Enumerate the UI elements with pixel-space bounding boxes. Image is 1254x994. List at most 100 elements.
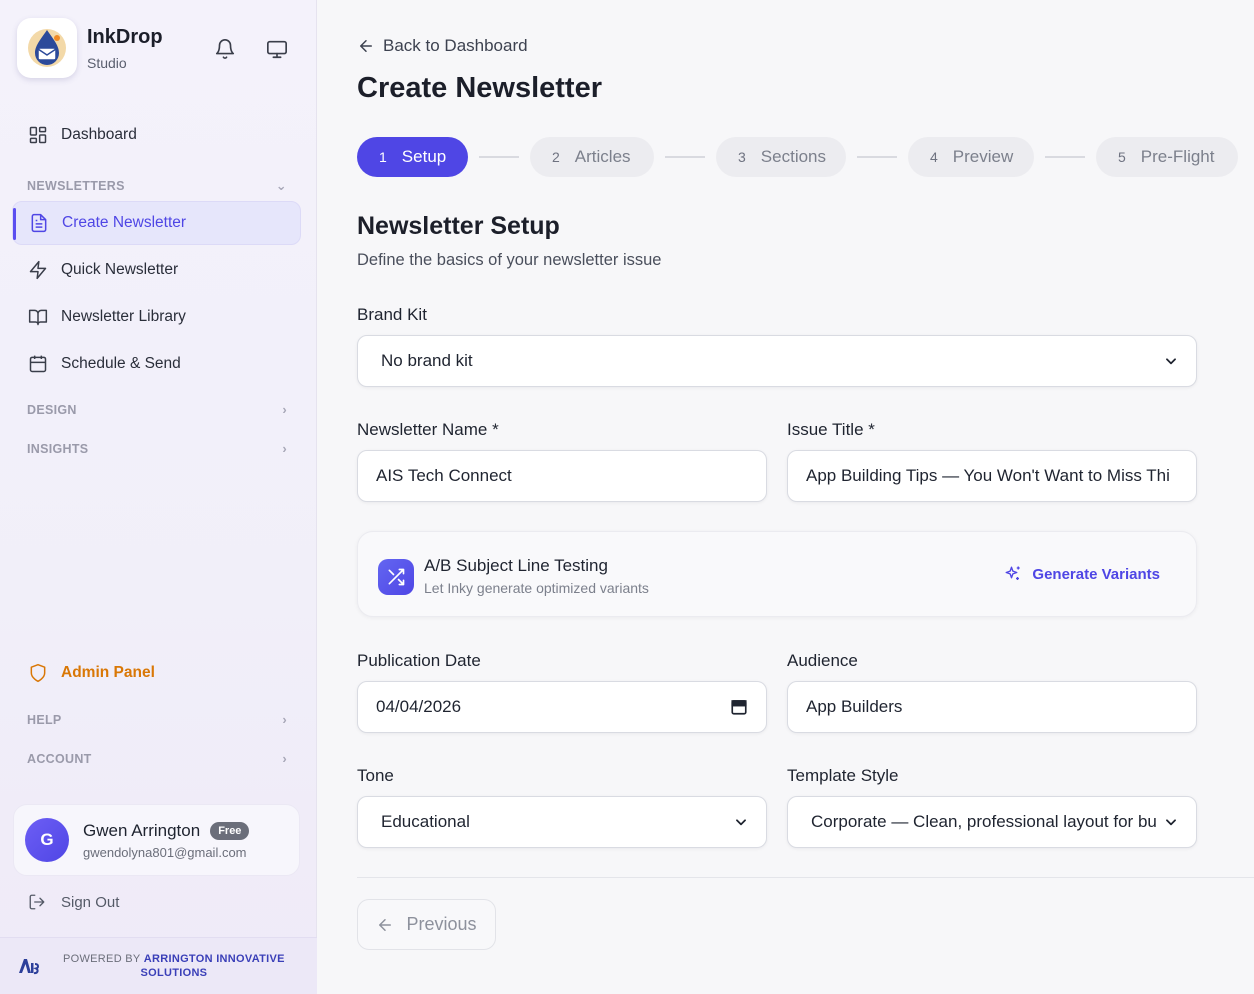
step-label: Setup (401, 147, 447, 166)
chevron-down-icon (736, 819, 746, 826)
sidebar-item-dashboard[interactable]: Dashboard (12, 113, 301, 157)
brand-kit-value: No brand kit (381, 351, 473, 370)
audience-input[interactable]: App Builders (787, 681, 1197, 733)
publication-date-label: Publication Date (357, 651, 481, 670)
ab-subtitle: Let Inky generate optimized variants (424, 580, 649, 596)
step-label: Pre-Flight (1140, 147, 1215, 166)
sidebar-item-label: Create Newsletter (62, 214, 187, 231)
user-card[interactable]: G Gwen Arrington Free gwendolyna801@gmai… (13, 804, 300, 876)
calendar-icon (29, 355, 47, 373)
sidebar-item-label: Admin Panel (61, 664, 155, 681)
generate-variants-label: Generate Variants (1032, 565, 1160, 583)
section-account[interactable]: ACCOUNT › (27, 751, 287, 766)
grid-icon (29, 126, 47, 144)
book-icon (28, 309, 48, 326)
sign-out-button[interactable]: Sign Out (12, 880, 301, 924)
step-connector (665, 156, 705, 158)
bell-icon[interactable] (214, 38, 236, 60)
tone-value: Educational (381, 812, 470, 831)
newsletter-name-value: AIS Tech Connect (376, 466, 512, 485)
calendar-icon[interactable] (730, 698, 748, 716)
section-design[interactable]: DESIGN › (27, 402, 287, 417)
step-connector (1045, 156, 1085, 158)
chevron-right-icon: › (282, 712, 287, 727)
sidebar-item-create-newsletter[interactable]: Create Newsletter (12, 201, 301, 245)
ab-title: A/B Subject Line Testing (424, 556, 608, 575)
sidebar: InkDrop Studio Dashboard NEWSLETTERS ⌄ C… (0, 0, 317, 994)
sidebar-item-label: Newsletter Library (61, 308, 186, 325)
audience-value: App Builders (806, 697, 903, 716)
arrow-left-icon (379, 918, 392, 931)
section-label: DESIGN (27, 402, 77, 417)
arrow-left-icon (360, 40, 372, 52)
brand-kit-select[interactable]: No brand kit (357, 335, 1197, 387)
generate-variants-button[interactable]: Generate Variants (1004, 565, 1160, 583)
step-number: 5 (1118, 149, 1126, 165)
chevron-down-icon (1166, 819, 1176, 826)
step-number: 1 (379, 149, 387, 165)
step-number: 4 (930, 149, 938, 165)
issue-title-label: Issue Title * (787, 420, 875, 439)
template-style-value: Corporate — Clean, professional layout f… (811, 812, 1157, 831)
section-label: NEWSLETTERS (27, 179, 125, 193)
user-email: gwendolyna801@gmail.com (83, 844, 247, 860)
newsletter-name-input[interactable]: AIS Tech Connect (357, 450, 767, 502)
section-label: ACCOUNT (27, 751, 92, 766)
powered-by-label: POWERED BY (63, 953, 141, 965)
shuffle-icon (378, 559, 414, 595)
template-style-label: Template Style (787, 766, 899, 785)
lightning-icon (29, 260, 47, 280)
chevron-right-icon: › (282, 402, 287, 417)
publication-date-input[interactable]: 04/04/2026 (357, 681, 767, 733)
monitor-icon[interactable] (266, 38, 288, 60)
sidebar-item-quick-newsletter[interactable]: Quick Newsletter (12, 248, 301, 292)
step-label: Preview (952, 147, 1014, 166)
brand-kit-label: Brand Kit (357, 305, 427, 324)
back-label: Back to Dashboard (383, 36, 528, 55)
issue-title-value: App Building Tips — You Won't Want to Mi… (806, 466, 1170, 485)
step-articles[interactable]: 2 Articles (530, 137, 654, 177)
sidebar-item-admin-panel[interactable]: Admin Panel (12, 651, 301, 695)
brand-subtitle: Studio (87, 54, 127, 71)
sidebar-item-schedule-send[interactable]: Schedule & Send (12, 342, 301, 386)
section-newsletters[interactable]: NEWSLETTERS ⌄ (27, 178, 287, 194)
sidebar-item-label: Schedule & Send (61, 355, 181, 372)
sign-out-label: Sign Out (61, 893, 120, 911)
previous-button[interactable]: Previous (357, 899, 496, 950)
step-sections[interactable]: 3 Sections (716, 137, 846, 177)
sidebar-item-label: Dashboard (61, 126, 137, 143)
step-connector (479, 156, 519, 158)
sidebar-item-newsletter-library[interactable]: Newsletter Library (12, 295, 301, 339)
publication-date-value: 04/04/2026 (376, 697, 462, 716)
step-pre-flight[interactable]: 5 Pre-Flight (1096, 137, 1238, 177)
tone-select[interactable]: Educational (357, 796, 767, 848)
shield-icon (30, 663, 46, 683)
step-number: 3 (738, 149, 746, 165)
section-label: HELP (27, 712, 62, 727)
logout-icon (29, 894, 45, 910)
avatar: G (25, 818, 69, 862)
section-subtitle: Define the basics of your newsletter iss… (357, 251, 662, 269)
issue-title-input[interactable]: App Building Tips — You Won't Want to Mi… (787, 450, 1197, 502)
powered-by-footer: POWERED BY ARRINGTON INNOVATIVE SOLUTION… (0, 937, 317, 994)
newsletter-name-label: Newsletter Name * (357, 420, 499, 439)
back-to-dashboard-link[interactable]: Back to Dashboard (357, 36, 528, 56)
audience-label: Audience (787, 651, 858, 670)
step-label: Articles (574, 147, 631, 166)
previous-label: Previous (406, 914, 477, 934)
step-preview[interactable]: 4 Preview (908, 137, 1034, 177)
section-help[interactable]: HELP › (27, 712, 287, 727)
sparkles-icon (1005, 566, 1021, 580)
step-number: 2 (552, 149, 560, 165)
section-insights[interactable]: INSIGHTS › (27, 441, 287, 456)
main-content: Back to Dashboard Create Newsletter 1 Se… (317, 0, 1254, 994)
brand[interactable]: InkDrop Studio (17, 18, 163, 78)
chevron-down-icon: ⌄ (275, 178, 287, 193)
template-style-select[interactable]: Corporate — Clean, professional layout f… (787, 796, 1197, 848)
inkdrop-logo-icon (17, 18, 77, 78)
brand-name: InkDrop (87, 25, 163, 48)
step-setup[interactable]: 1 Setup (357, 137, 468, 177)
step-connector (857, 156, 897, 158)
company-name: ARRINGTON INNOVATIVE (143, 953, 285, 965)
step-label: Sections (760, 147, 826, 166)
